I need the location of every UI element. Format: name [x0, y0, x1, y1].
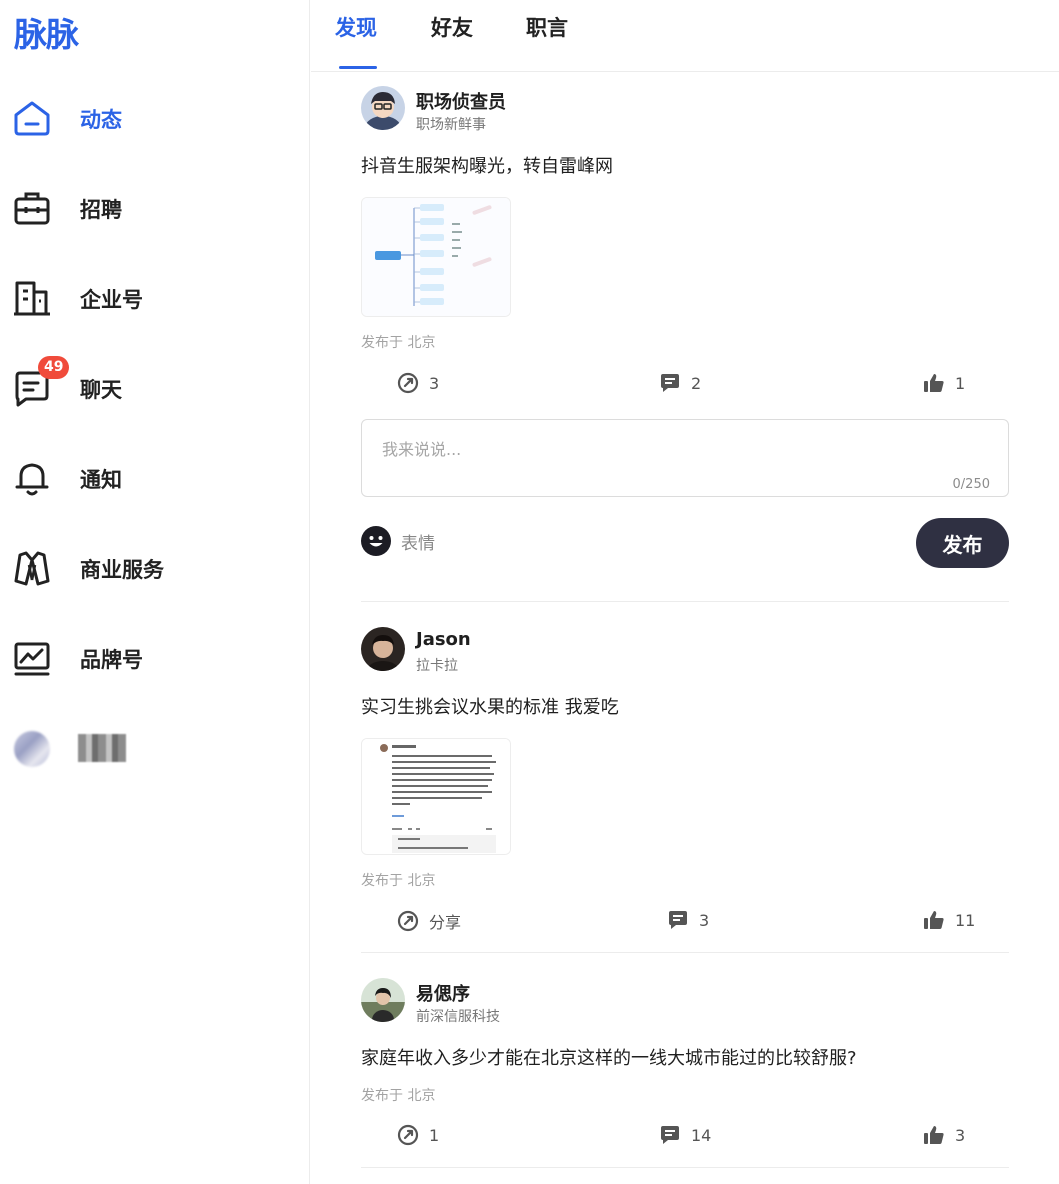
comment-count: 3: [699, 910, 710, 930]
emoji-icon: [361, 526, 391, 556]
author-avatar[interactable]: [361, 978, 405, 1022]
like-count: 3: [955, 1125, 966, 1145]
sidebar-item-label: 通知: [80, 468, 122, 492]
like-button[interactable]: 1: [923, 372, 965, 394]
post-divider: [361, 1167, 1009, 1168]
author-name[interactable]: Jason: [416, 629, 471, 650]
author-subtitle: 拉卡拉: [416, 658, 458, 674]
author-avatar[interactable]: [361, 627, 405, 671]
like-button[interactable]: 11: [923, 909, 975, 931]
unread-badge: 49: [38, 356, 70, 379]
suit-icon: [14, 551, 50, 586]
sidebar-item-label: 品牌号: [80, 648, 143, 672]
share-count: 1: [429, 1125, 440, 1145]
comment-button[interactable]: 14: [659, 1124, 711, 1146]
comment-count: 14: [691, 1125, 712, 1145]
sidebar-item-label: 企业号: [80, 288, 143, 312]
like-count: 1: [955, 373, 966, 393]
comment-button[interactable]: 2: [659, 372, 701, 394]
share-count: 3: [429, 373, 440, 393]
author-name[interactable]: 易偲序: [416, 980, 470, 1006]
publish-button[interactable]: 发布: [916, 518, 1009, 568]
bell-icon: [15, 463, 49, 496]
share-button[interactable]: 1: [397, 1124, 439, 1146]
post-location: 发布于 北京: [361, 1088, 436, 1104]
sidebar-item-label: 聊天: [80, 378, 122, 402]
post-divider: [361, 601, 1009, 602]
share-icon: [397, 910, 419, 932]
user-avatar[interactable]: [14, 731, 50, 767]
post-content[interactable]: 实习生挑会议水果的标准 我爱吃: [361, 693, 619, 719]
sidebar-item-feed[interactable]: 动态: [0, 86, 310, 146]
post-divider: [361, 952, 1009, 953]
feed-post: 职场侦查员 职场新鲜事 抖音生服架构曝光，转自雷峰网 发布于 北京 3 2 1: [361, 86, 1009, 406]
author-name[interactable]: 职场侦查员: [416, 88, 506, 114]
comment-button[interactable]: 3: [667, 909, 709, 931]
tab-workplace-talk[interactable]: 职言: [526, 12, 568, 42]
char-counter: 0/250: [952, 477, 990, 492]
thumbs-up-icon: [924, 374, 944, 392]
emoji-label: 表情: [401, 533, 435, 554]
feed-post: 易偲序 前深信服科技 家庭年收入多少才能在北京这样的一线大城市能过的比较舒服? …: [361, 978, 1009, 1168]
share-button[interactable]: 3: [397, 372, 439, 394]
sidebar-item-label: 动态: [80, 108, 122, 132]
post-image[interactable]: [361, 197, 511, 317]
sidebar-item-brand[interactable]: 品牌号: [0, 626, 310, 686]
comment-icon: [669, 911, 687, 929]
share-button[interactable]: 分享: [397, 909, 461, 933]
tab-discover[interactable]: 发现: [335, 12, 377, 42]
comment-input-box: 0/250: [361, 419, 1009, 497]
user-name-blurred[interactable]: [78, 734, 126, 762]
comment-icon: [661, 1126, 679, 1144]
comment-count: 2: [691, 373, 702, 393]
comment-icon: [661, 374, 679, 392]
share-icon: [397, 1124, 419, 1146]
home-icon: [14, 101, 50, 136]
chart-icon: [14, 642, 50, 676]
main-feed: 发现 好友 职言 职场侦查员 职场新鲜事 抖音生服架构曝光，转自雷峰网 发布于 …: [311, 0, 1059, 1184]
app-logo[interactable]: 脉脉: [14, 8, 79, 56]
active-tab-indicator: [339, 66, 377, 69]
post-content[interactable]: 家庭年收入多少才能在北京这样的一线大城市能过的比较舒服?: [361, 1044, 857, 1070]
post-location: 发布于 北京: [361, 335, 436, 351]
emoji-button[interactable]: 表情: [361, 526, 435, 556]
like-count: 11: [955, 910, 976, 930]
comment-input[interactable]: [362, 420, 1008, 496]
building-icon: [14, 281, 50, 316]
post-image[interactable]: [361, 738, 511, 855]
sidebar-item-business[interactable]: 商业服务: [0, 536, 310, 596]
tab-bar: 发现 好友 职言: [311, 0, 1059, 72]
like-button[interactable]: 3: [923, 1124, 965, 1146]
feed-post: Jason 拉卡拉 实习生挑会议水果的标准 我爱吃 发布于 北京 分享 3 11: [361, 627, 1009, 947]
post-content[interactable]: 抖音生服架构曝光，转自雷峰网: [361, 152, 613, 178]
sidebar-item-jobs[interactable]: 招聘: [0, 176, 310, 236]
author-avatar[interactable]: [361, 86, 405, 130]
author-subtitle: 职场新鲜事: [416, 117, 486, 133]
post-location: 发布于 北京: [361, 873, 436, 889]
share-label: 分享: [429, 913, 462, 932]
sidebar-item-label: 商业服务: [80, 558, 164, 582]
sidebar: 脉脉 动态 招聘 企业号 49 聊天 通知 商业服务 品牌号: [0, 0, 310, 1184]
thumbs-up-icon: [924, 911, 944, 929]
share-icon: [397, 372, 419, 394]
thumbs-up-icon: [924, 1126, 944, 1144]
briefcase-icon: [14, 192, 50, 225]
sidebar-item-chat[interactable]: 49 聊天: [0, 356, 310, 416]
sidebar-item-company[interactable]: 企业号: [0, 266, 310, 326]
sidebar-item-label: 招聘: [80, 198, 122, 222]
tab-friends[interactable]: 好友: [431, 12, 473, 42]
author-subtitle: 前深信服科技: [416, 1009, 500, 1025]
sidebar-item-notifications[interactable]: 通知: [0, 446, 310, 506]
